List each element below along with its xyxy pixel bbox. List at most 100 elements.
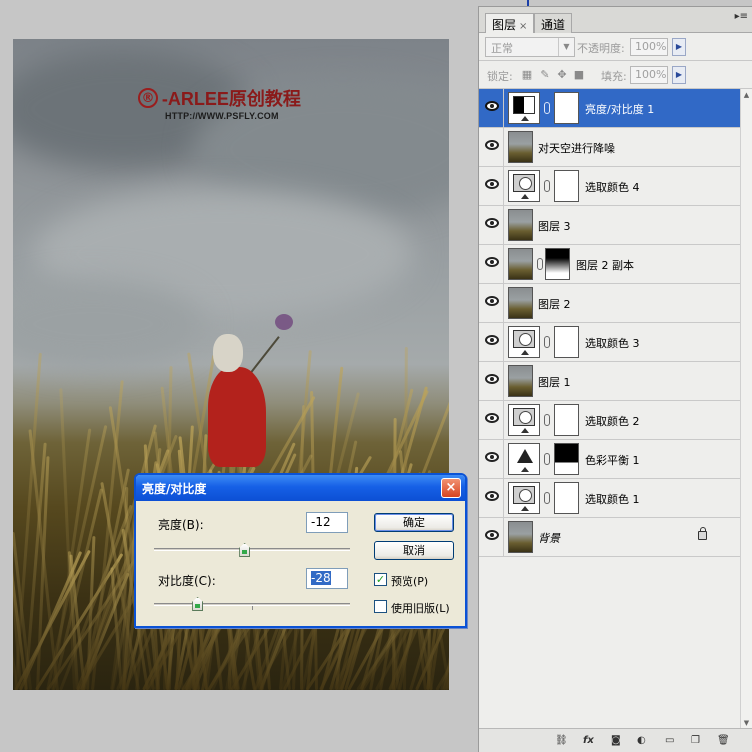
lock-transparency-icon[interactable]: ▦	[521, 69, 533, 81]
brightness-contrast-thumb-icon	[508, 92, 540, 124]
new-layer-icon[interactable]: ❐	[691, 734, 700, 748]
panel-tabs: 图层 × 通道 ▸≡	[479, 7, 752, 33]
legacy-checkbox[interactable]	[374, 600, 387, 613]
eye-icon[interactable]	[485, 218, 499, 228]
adjustment-layer-icon[interactable]: ◐	[637, 734, 646, 748]
layer-thumb	[508, 131, 533, 163]
new-group-icon[interactable]: ▭	[665, 734, 674, 748]
layer-row[interactable]: 色彩平衡 1	[479, 440, 741, 479]
selective-color-thumb-icon	[508, 482, 540, 514]
ok-button[interactable]: 确定	[374, 513, 454, 532]
selective-color-thumb-icon	[508, 326, 540, 358]
trash-icon[interactable]: 🗑	[717, 734, 730, 748]
lock-all-icon[interactable]: ■	[573, 69, 585, 81]
layer-mask-thumb[interactable]	[554, 482, 579, 514]
link-layers-icon[interactable]: ⛓	[555, 734, 568, 748]
registered-logo-icon: ®	[138, 88, 158, 108]
red-coat-figure	[208, 367, 266, 467]
eye-icon[interactable]	[485, 179, 499, 189]
opacity-field[interactable]: 100%	[630, 38, 668, 56]
blend-mode-select[interactable]: 正常 ▼	[485, 37, 575, 57]
chain-link-icon[interactable]	[544, 414, 550, 426]
preview-checkbox[interactable]: ✓	[374, 573, 387, 586]
add-mask-icon[interactable]: ◙	[611, 734, 621, 748]
brightness-contrast-dialog: 亮度/对比度 × 亮度(B): -12 对比度(C): -28 确定 取消 ✓ …	[134, 473, 467, 628]
fill-field[interactable]: 100%	[630, 66, 668, 84]
layer-row[interactable]: 选取颜色 2	[479, 401, 741, 440]
eye-icon[interactable]	[485, 452, 499, 462]
eye-icon[interactable]	[485, 491, 499, 501]
contrast-label: 对比度(C):	[158, 574, 216, 588]
layer-mask-thumb[interactable]	[554, 326, 579, 358]
layer-row[interactable]: 选取颜色 3	[479, 323, 741, 362]
layer-row[interactable]: 图层 2	[479, 284, 741, 323]
chain-link-icon[interactable]	[544, 336, 550, 348]
opacity-arrow-icon[interactable]: ▶	[672, 38, 686, 56]
opacity-label: 不透明度:	[577, 42, 625, 55]
eye-icon[interactable]	[485, 257, 499, 267]
layer-name: 图层 1	[538, 376, 571, 389]
layer-thumb	[508, 521, 533, 553]
layer-mask-thumb[interactable]	[554, 92, 579, 124]
chain-link-icon[interactable]	[537, 258, 543, 270]
lock-position-icon[interactable]: ✥	[556, 69, 568, 81]
contrast-input[interactable]: -28	[306, 568, 348, 589]
layer-row[interactable]: 图层 1	[479, 362, 741, 401]
tab-channels[interactable]: 通道	[534, 13, 573, 33]
eye-icon[interactable]	[485, 101, 499, 111]
contrast-slider-thumb[interactable]	[192, 597, 204, 611]
lock-label: 锁定:	[487, 70, 513, 83]
watermark-url: HTTP://WWW.PSFLY.COM	[165, 111, 279, 121]
lock-brush-icon[interactable]: ✎	[539, 69, 551, 81]
brightness-slider-track[interactable]	[154, 548, 350, 551]
layer-name: 图层 2 副本	[576, 259, 634, 272]
layer-mask-thumb[interactable]	[554, 170, 579, 202]
selective-color-thumb-icon	[508, 170, 540, 202]
fx-icon[interactable]: fx	[583, 734, 594, 748]
brightness-value: -12	[311, 515, 331, 529]
layer-name: 背景	[538, 532, 560, 545]
cancel-button[interactable]: 取消	[374, 541, 454, 560]
eye-icon[interactable]	[485, 530, 499, 540]
layer-row[interactable]: 选取颜色 1	[479, 479, 741, 518]
layer-thumb	[508, 365, 533, 397]
layer-thumb	[508, 287, 533, 319]
lock-row: 锁定: ▦ ✎ ✥ ■ 填充: 100% ▶	[479, 61, 752, 89]
scroll-up-icon[interactable]: ▲	[741, 89, 752, 101]
eye-icon[interactable]	[485, 140, 499, 150]
chain-link-icon[interactable]	[544, 102, 550, 114]
layer-row[interactable]: 选取颜色 4	[479, 167, 741, 206]
lock-icon	[698, 527, 707, 540]
layer-row[interactable]: 图层 3	[479, 206, 741, 245]
figure-head	[213, 334, 243, 372]
brightness-slider-thumb[interactable]	[239, 543, 251, 557]
fill-arrow-icon[interactable]: ▶	[672, 66, 686, 84]
watermark: ® -ARLEE原创教程 HTTP://WWW.PSFLY.COM	[138, 85, 301, 121]
chain-link-icon[interactable]	[544, 453, 550, 465]
close-icon[interactable]: ×	[441, 478, 461, 498]
layer-mask-thumb[interactable]	[554, 404, 579, 436]
selective-color-thumb-icon	[508, 404, 540, 436]
dialog-title: 亮度/对比度	[142, 482, 207, 496]
panel-menu-icon[interactable]: ▸≡	[735, 11, 748, 22]
layer-row[interactable]: 亮度/对比度 1	[479, 89, 741, 128]
tab-layers[interactable]: 图层 ×	[485, 13, 535, 33]
brightness-input[interactable]: -12	[306, 512, 348, 533]
layer-row[interactable]: 对天空进行降噪	[479, 128, 741, 167]
eye-icon[interactable]	[485, 374, 499, 384]
eye-icon[interactable]	[485, 413, 499, 423]
tab-close-icon[interactable]: ×	[519, 21, 527, 32]
layer-row[interactable]: 图层 2 副本	[479, 245, 741, 284]
chain-link-icon[interactable]	[544, 492, 550, 504]
eye-icon[interactable]	[485, 296, 499, 306]
dialog-titlebar[interactable]: 亮度/对比度 ×	[136, 475, 465, 501]
tab-channels-label: 通道	[541, 18, 566, 32]
layer-mask-thumb[interactable]	[545, 248, 570, 280]
blend-row: 正常 ▼ 不透明度: 100% ▶	[479, 33, 752, 61]
eye-icon[interactable]	[485, 335, 499, 345]
layer-row[interactable]: 背景	[479, 518, 741, 557]
chain-link-icon[interactable]	[544, 180, 550, 192]
tab-layers-label: 图层	[492, 18, 517, 32]
scrollbar[interactable]: ▲ ▼	[740, 89, 752, 729]
layer-mask-thumb[interactable]	[554, 443, 579, 475]
